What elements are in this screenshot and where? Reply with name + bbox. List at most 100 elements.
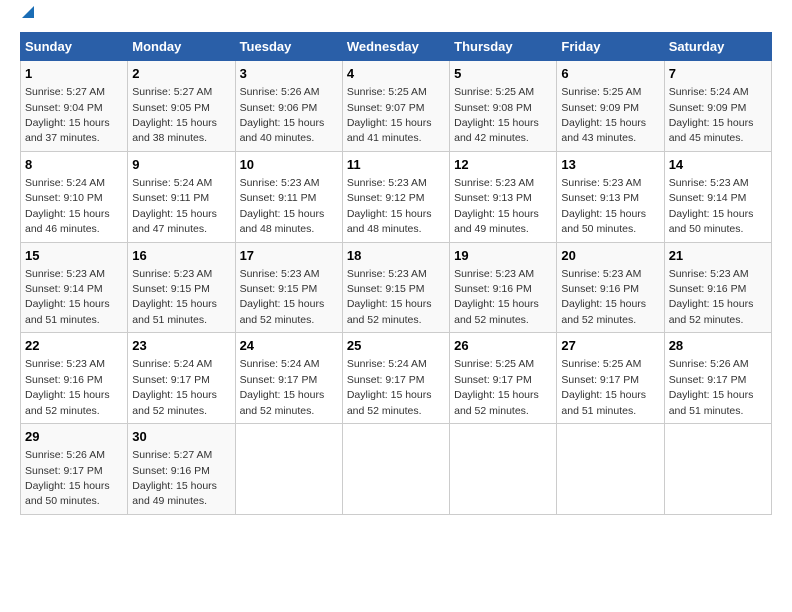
- cell-sunrise: Sunrise: 5:25 AM: [561, 358, 641, 370]
- cell-daylight: Daylight: 15 hours and 41 minutes.: [347, 117, 432, 144]
- header-day-wednesday: Wednesday: [342, 33, 449, 61]
- cell-sunrise: Sunrise: 5:23 AM: [240, 268, 320, 280]
- cell-daylight: Daylight: 15 hours and 37 minutes.: [25, 117, 110, 144]
- week-row-4: 22 Sunrise: 5:23 AM Sunset: 9:16 PM Dayl…: [21, 333, 772, 424]
- day-number: 17: [240, 247, 338, 265]
- header-row: SundayMondayTuesdayWednesdayThursdayFrid…: [21, 33, 772, 61]
- header-day-sunday: Sunday: [21, 33, 128, 61]
- cell-sunrise: Sunrise: 5:27 AM: [132, 449, 212, 461]
- day-number: 7: [669, 65, 767, 83]
- day-cell: [235, 424, 342, 515]
- day-number: 2: [132, 65, 230, 83]
- cell-sunrise: Sunrise: 5:25 AM: [561, 86, 641, 98]
- day-cell: 16 Sunrise: 5:23 AM Sunset: 9:15 PM Dayl…: [128, 242, 235, 333]
- day-cell: [450, 424, 557, 515]
- day-number: 9: [132, 156, 230, 174]
- cell-daylight: Daylight: 15 hours and 48 minutes.: [240, 208, 325, 235]
- cell-sunset: Sunset: 9:07 PM: [347, 102, 425, 114]
- day-number: 15: [25, 247, 123, 265]
- cell-sunrise: Sunrise: 5:24 AM: [132, 358, 212, 370]
- day-cell: 24 Sunrise: 5:24 AM Sunset: 9:17 PM Dayl…: [235, 333, 342, 424]
- day-number: 25: [347, 337, 445, 355]
- cell-daylight: Daylight: 15 hours and 52 minutes.: [561, 298, 646, 325]
- cell-daylight: Daylight: 15 hours and 50 minutes.: [669, 208, 754, 235]
- day-number: 28: [669, 337, 767, 355]
- cell-sunrise: Sunrise: 5:24 AM: [669, 86, 749, 98]
- day-number: 23: [132, 337, 230, 355]
- day-number: 3: [240, 65, 338, 83]
- cell-sunrise: Sunrise: 5:26 AM: [669, 358, 749, 370]
- cell-sunset: Sunset: 9:15 PM: [347, 283, 425, 295]
- day-cell: 15 Sunrise: 5:23 AM Sunset: 9:14 PM Dayl…: [21, 242, 128, 333]
- cell-daylight: Daylight: 15 hours and 43 minutes.: [561, 117, 646, 144]
- day-cell: 20 Sunrise: 5:23 AM Sunset: 9:16 PM Dayl…: [557, 242, 664, 333]
- cell-daylight: Daylight: 15 hours and 48 minutes.: [347, 208, 432, 235]
- day-number: 8: [25, 156, 123, 174]
- cell-sunrise: Sunrise: 5:24 AM: [25, 177, 105, 189]
- day-cell: 18 Sunrise: 5:23 AM Sunset: 9:15 PM Dayl…: [342, 242, 449, 333]
- day-number: 11: [347, 156, 445, 174]
- day-cell: 12 Sunrise: 5:23 AM Sunset: 9:13 PM Dayl…: [450, 151, 557, 242]
- cell-daylight: Daylight: 15 hours and 46 minutes.: [25, 208, 110, 235]
- week-row-2: 8 Sunrise: 5:24 AM Sunset: 9:10 PM Dayli…: [21, 151, 772, 242]
- cell-daylight: Daylight: 15 hours and 51 minutes.: [669, 389, 754, 416]
- day-cell: 14 Sunrise: 5:23 AM Sunset: 9:14 PM Dayl…: [664, 151, 771, 242]
- cell-sunrise: Sunrise: 5:23 AM: [240, 177, 320, 189]
- cell-daylight: Daylight: 15 hours and 47 minutes.: [132, 208, 217, 235]
- day-cell: 19 Sunrise: 5:23 AM Sunset: 9:16 PM Dayl…: [450, 242, 557, 333]
- cell-sunrise: Sunrise: 5:26 AM: [240, 86, 320, 98]
- cell-sunset: Sunset: 9:15 PM: [132, 283, 210, 295]
- cell-daylight: Daylight: 15 hours and 52 minutes.: [25, 389, 110, 416]
- cell-sunset: Sunset: 9:04 PM: [25, 102, 103, 114]
- cell-sunrise: Sunrise: 5:24 AM: [132, 177, 212, 189]
- cell-daylight: Daylight: 15 hours and 52 minutes.: [669, 298, 754, 325]
- cell-sunset: Sunset: 9:17 PM: [561, 374, 639, 386]
- day-cell: 5 Sunrise: 5:25 AM Sunset: 9:08 PM Dayli…: [450, 61, 557, 152]
- cell-daylight: Daylight: 15 hours and 42 minutes.: [454, 117, 539, 144]
- cell-daylight: Daylight: 15 hours and 52 minutes.: [347, 298, 432, 325]
- cell-sunrise: Sunrise: 5:27 AM: [132, 86, 212, 98]
- day-cell: 23 Sunrise: 5:24 AM Sunset: 9:17 PM Dayl…: [128, 333, 235, 424]
- day-cell: 7 Sunrise: 5:24 AM Sunset: 9:09 PM Dayli…: [664, 61, 771, 152]
- day-cell: [557, 424, 664, 515]
- day-cell: [342, 424, 449, 515]
- day-number: 19: [454, 247, 552, 265]
- cell-sunrise: Sunrise: 5:27 AM: [25, 86, 105, 98]
- day-cell: 4 Sunrise: 5:25 AM Sunset: 9:07 PM Dayli…: [342, 61, 449, 152]
- cell-sunrise: Sunrise: 5:25 AM: [454, 86, 534, 98]
- cell-sunrise: Sunrise: 5:26 AM: [25, 449, 105, 461]
- day-cell: 10 Sunrise: 5:23 AM Sunset: 9:11 PM Dayl…: [235, 151, 342, 242]
- header-day-saturday: Saturday: [664, 33, 771, 61]
- day-cell: 8 Sunrise: 5:24 AM Sunset: 9:10 PM Dayli…: [21, 151, 128, 242]
- cell-sunrise: Sunrise: 5:23 AM: [132, 268, 212, 280]
- day-number: 13: [561, 156, 659, 174]
- day-number: 5: [454, 65, 552, 83]
- cell-sunset: Sunset: 9:17 PM: [454, 374, 532, 386]
- day-cell: 29 Sunrise: 5:26 AM Sunset: 9:17 PM Dayl…: [21, 424, 128, 515]
- cell-sunrise: Sunrise: 5:23 AM: [454, 268, 534, 280]
- cell-sunrise: Sunrise: 5:24 AM: [240, 358, 320, 370]
- day-number: 29: [25, 428, 123, 446]
- cell-sunrise: Sunrise: 5:23 AM: [454, 177, 534, 189]
- cell-sunrise: Sunrise: 5:23 AM: [25, 268, 105, 280]
- cell-daylight: Daylight: 15 hours and 52 minutes.: [454, 298, 539, 325]
- cell-sunset: Sunset: 9:16 PM: [669, 283, 747, 295]
- cell-sunset: Sunset: 9:16 PM: [132, 465, 210, 477]
- cell-sunset: Sunset: 9:09 PM: [669, 102, 747, 114]
- cell-sunset: Sunset: 9:17 PM: [25, 465, 103, 477]
- cell-sunset: Sunset: 9:11 PM: [240, 192, 317, 204]
- cell-sunset: Sunset: 9:05 PM: [132, 102, 210, 114]
- day-number: 21: [669, 247, 767, 265]
- cell-sunset: Sunset: 9:17 PM: [669, 374, 747, 386]
- cell-daylight: Daylight: 15 hours and 49 minutes.: [454, 208, 539, 235]
- logo: [20, 20, 34, 22]
- day-number: 20: [561, 247, 659, 265]
- cell-daylight: Daylight: 15 hours and 40 minutes.: [240, 117, 325, 144]
- header: [20, 20, 772, 22]
- cell-sunset: Sunset: 9:08 PM: [454, 102, 532, 114]
- cell-daylight: Daylight: 15 hours and 45 minutes.: [669, 117, 754, 144]
- day-cell: [664, 424, 771, 515]
- day-cell: 26 Sunrise: 5:25 AM Sunset: 9:17 PM Dayl…: [450, 333, 557, 424]
- cell-sunset: Sunset: 9:11 PM: [132, 192, 209, 204]
- cell-sunset: Sunset: 9:17 PM: [240, 374, 318, 386]
